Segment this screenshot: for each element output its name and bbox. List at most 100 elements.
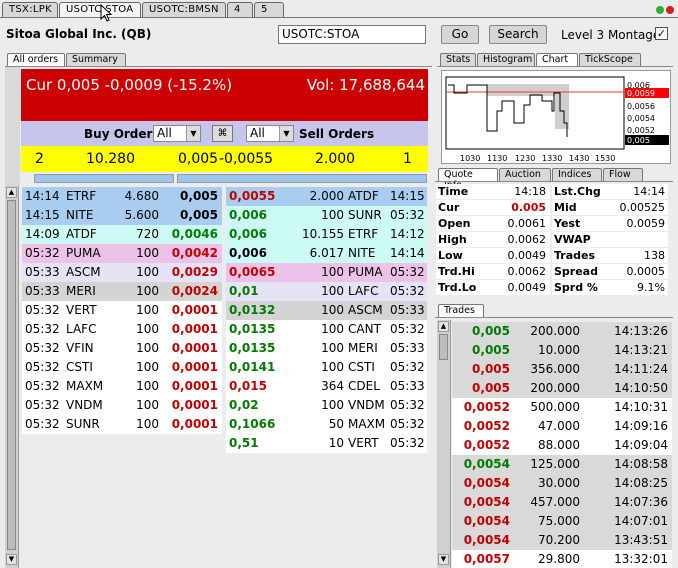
quote-label: Low <box>438 249 463 262</box>
trade-row[interactable]: 0,0054 457.000 14:07:36 <box>452 493 672 512</box>
symbol-input[interactable]: USOTC:STOA <box>278 25 426 44</box>
quote-info-row: Time 14:18 Lst.Chg 14:14 <box>436 184 670 200</box>
sell-order-row[interactable]: 0,006 6.017 NITE 14:14 <box>226 244 427 263</box>
buy-order-row[interactable]: 05:32 VFIN 100 0,0001 <box>22 339 222 358</box>
level3-checkbox[interactable]: ✓ <box>655 27 668 40</box>
window-status-dot-green[interactable] <box>656 6 664 14</box>
tab-chart[interactable]: Chart <box>536 53 578 66</box>
tab-indices[interactable]: Indices <box>552 168 602 181</box>
window-status-dot-red[interactable] <box>666 6 674 14</box>
trade-row[interactable]: 0,0052 47.000 14:09:16 <box>452 417 672 436</box>
buy-order-row[interactable]: 05:32 MAXM 100 0,0001 <box>22 377 222 396</box>
tab-quote-info[interactable]: Quote Info <box>438 168 498 191</box>
sell-order-row[interactable]: 0,006 10.155 ETRF 14:12 <box>226 225 427 244</box>
quote-label: Trd.Lo <box>438 281 477 294</box>
mouse-cursor-icon <box>100 4 112 22</box>
trade-row[interactable]: 0,005 200.000 14:13:26 <box>452 322 672 341</box>
sell-order-row[interactable]: 0,51 10 VERT 05:32 <box>226 434 427 453</box>
trade-time: 14:07:36 <box>614 495 668 509</box>
tab-tsx-lpk[interactable]: TSX:LPK <box>2 2 58 17</box>
trade-row[interactable]: 0,0054 75.000 14:07:01 <box>452 512 672 531</box>
scroll-down-icon[interactable]: ▼ <box>438 554 449 565</box>
buy-order-row[interactable]: 05:33 ASCM 100 0,0029 <box>22 263 222 282</box>
buy-order-row[interactable]: 14:14 ETRF 4.680 0,005 <box>22 187 222 206</box>
buy-order-row[interactable]: 05:32 SUNR 100 0,0001 <box>22 415 222 434</box>
trade-row[interactable]: 0,005 200.000 14:10:50 <box>452 379 672 398</box>
link-toggle-button[interactable]: ⌘ <box>212 125 233 142</box>
scroll-thumb[interactable] <box>7 200 16 550</box>
quote-value: 14:18 <box>514 185 546 198</box>
buy-order-row[interactable]: 05:32 CSTI 100 0,0001 <box>22 358 222 377</box>
buy-order-mm: LAFC <box>66 322 97 336</box>
quote-value: 0.0049 <box>507 249 547 262</box>
trade-row[interactable]: 0,0054 30.000 14:08:25 <box>452 474 672 493</box>
buy-order-row[interactable]: 05:33 MERI 100 0,0024 <box>22 282 222 301</box>
tab-trades[interactable]: Trades <box>438 304 484 317</box>
buy-order-row[interactable]: 05:32 PUMA 100 0,0042 <box>22 244 222 263</box>
sell-order-mm: CDEL <box>348 379 380 393</box>
price-chart: 0,006 0,0059 0,0056 0,0054 0,0052 0,005 … <box>441 70 671 164</box>
sell-order-row[interactable]: 0,0065 100 PUMA 05:32 <box>226 263 427 282</box>
chart-y-label-5: 0,005 <box>627 136 650 145</box>
trades-scrollbar[interactable]: ▲ ▼ <box>437 320 451 568</box>
quote-label: Open <box>438 217 471 230</box>
tab-5[interactable]: 5 <box>254 2 284 17</box>
tab-auction[interactable]: Auction <box>499 168 551 181</box>
buy-order-row[interactable]: 14:15 NITE 5.600 0,005 <box>22 206 222 225</box>
buy-filter-select[interactable]: All ▼ <box>153 125 201 142</box>
tab-all-orders[interactable]: All orders <box>7 53 65 66</box>
sell-order-row[interactable]: 0,01 100 LAFC 05:32 <box>226 282 427 301</box>
buy-filter-value: All <box>157 126 172 140</box>
quote-value: 0.005 <box>511 201 546 214</box>
buy-order-size: 100 <box>136 360 159 374</box>
scroll-up-icon[interactable]: ▲ <box>438 321 449 332</box>
sell-order-time: 05:32 <box>390 417 425 431</box>
buy-order-size: 720 <box>136 227 159 241</box>
sell-order-price: 0,0065 <box>229 265 276 279</box>
trade-row[interactable]: 0,0052 88.000 14:09:04 <box>452 436 672 455</box>
trade-row[interactable]: 0,0052 500.000 14:10:31 <box>452 398 672 417</box>
sell-filter-select[interactable]: All ▼ <box>246 125 294 142</box>
sell-order-row[interactable]: 0,02 100 VNDM 05:32 <box>226 396 427 415</box>
tab-usotc-bmsn[interactable]: USOTC:BMSN <box>142 2 226 17</box>
sell-order-row[interactable]: 0,015 364 CDEL 05:33 <box>226 377 427 396</box>
buy-order-row[interactable]: 05:32 LAFC 100 0,0001 <box>22 320 222 339</box>
sell-order-row[interactable]: 0,0141 100 CSTI 05:32 <box>226 358 427 377</box>
sell-order-row[interactable]: 0,0135 100 MERI 05:33 <box>226 339 427 358</box>
trade-row[interactable]: 0,005 356.000 14:11:24 <box>452 360 672 379</box>
tab-4[interactable]: 4 <box>227 2 253 17</box>
sell-order-mm: MAXM <box>348 417 386 431</box>
sell-order-mm: ETRF <box>348 227 379 241</box>
sell-order-row[interactable]: 0,1066 50 MAXM 05:32 <box>226 415 427 434</box>
buy-order-price: 0,0046 <box>171 227 218 241</box>
sell-order-row[interactable]: 0,0132 100 ASCM 05:33 <box>226 301 427 320</box>
scroll-down-icon[interactable]: ▼ <box>6 554 17 565</box>
sell-order-row[interactable]: 0,0055 2.000 ATDF 14:15 <box>226 187 427 206</box>
buy-order-row[interactable]: 05:32 VERT 100 0,0001 <box>22 301 222 320</box>
buy-order-row[interactable]: 05:32 VNDM 100 0,0001 <box>22 396 222 415</box>
tab-summary[interactable]: Summary <box>66 53 126 66</box>
buy-order-size: 100 <box>136 398 159 412</box>
trade-price: 0,0052 <box>463 438 510 452</box>
scroll-up-icon[interactable]: ▲ <box>6 187 17 198</box>
go-button[interactable]: Go <box>441 25 479 44</box>
quote-value: 9.1% <box>637 281 665 294</box>
tab-tickscope[interactable]: TickScope <box>579 53 641 66</box>
trade-row[interactable]: 0,005 10.000 14:13:21 <box>452 341 672 360</box>
quote-value: 0.0005 <box>626 265 666 278</box>
trade-row[interactable]: 0,0054 125.000 14:08:58 <box>452 455 672 474</box>
scroll-thumb[interactable] <box>439 334 448 360</box>
trade-row[interactable]: 0,0057 29.800 13:32:01 <box>452 550 672 568</box>
chart-y-label-3: 0,0054 <box>627 114 655 123</box>
trade-time: 14:10:50 <box>614 381 668 395</box>
orders-scrollbar[interactable]: ▲ ▼ <box>5 186 19 568</box>
tab-flow[interactable]: Flow <box>603 168 643 181</box>
sell-order-row[interactable]: 0,006 100 SUNR 05:32 <box>226 206 427 225</box>
trade-row[interactable]: 0,0054 70.200 13:43:51 <box>452 531 672 550</box>
tab-histogram[interactable]: Histogram <box>477 53 535 66</box>
search-button[interactable]: Search <box>489 25 547 44</box>
tab-stats[interactable]: Stats <box>440 53 476 66</box>
sell-order-row[interactable]: 0,0135 100 CANT 05:32 <box>226 320 427 339</box>
buy-order-row[interactable]: 14:09 ATDF 720 0,0046 <box>22 225 222 244</box>
sell-order-price: 0,006 <box>229 208 267 222</box>
